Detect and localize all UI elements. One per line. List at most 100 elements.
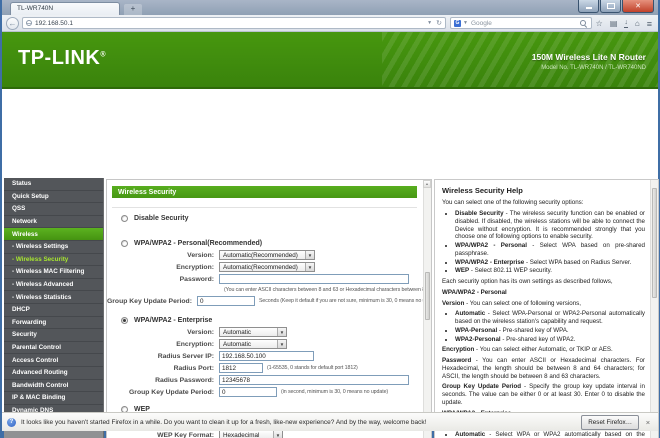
help-vertical-scrollbar[interactable] bbox=[650, 180, 658, 438]
wpa-personal-label: WPA/WPA2 - Personal(Recommended) bbox=[134, 240, 262, 247]
sidebar-item-wireless-security[interactable]: - Wireless Security bbox=[4, 254, 103, 267]
help-paragraph: Each security option has its own setting… bbox=[442, 278, 645, 286]
scroll-up-icon[interactable]: ▲ bbox=[423, 180, 431, 188]
help-list-item: WEP - Select 802.11 WEP security. bbox=[455, 267, 645, 275]
sidebar-item-forwarding[interactable]: Forwarding bbox=[4, 317, 103, 330]
sidebar-item-bandwidth-control[interactable]: Bandwidth Control bbox=[4, 380, 103, 393]
tp-link-logo: TP-LINK® bbox=[18, 47, 106, 70]
radius-port-input[interactable] bbox=[219, 363, 263, 373]
tab-tl-wr740n[interactable]: TL-WR740N bbox=[10, 2, 120, 15]
help-list-item: WPA2-Personal - Pre-shared key of WPA2. bbox=[455, 336, 645, 344]
url-dropdown-icon[interactable]: ▼ bbox=[427, 20, 432, 26]
help-list: Disable Security - The wireless security… bbox=[444, 210, 645, 275]
sidebar-item-ip-mac-binding[interactable]: IP & MAC Binding bbox=[4, 392, 103, 405]
page-title: Wireless Security bbox=[112, 186, 417, 198]
enterprise-version-label: Version: bbox=[107, 329, 219, 336]
sidebar-item-parental-control[interactable]: Parental Control bbox=[4, 342, 103, 355]
navigation-bar: ← 192.168.50.1 ▼ ↻ G ▼ Google ☆ ▤ ↓ ⌂ ≡ bbox=[2, 15, 658, 32]
sidebar-item-wireless[interactable]: Wireless bbox=[4, 228, 103, 241]
radius-password-row: Radius Password: bbox=[107, 374, 423, 386]
site-globe-icon bbox=[26, 20, 32, 26]
downloads-icon[interactable]: ↓ bbox=[624, 19, 628, 28]
enterprise-encryption-row: Encryption: Automatic▼ bbox=[107, 338, 423, 350]
chevron-down-icon: ▼ bbox=[273, 431, 282, 438]
sidebar-item-wireless-statistics[interactable]: - Wireless Statistics bbox=[4, 291, 103, 304]
sidebar-menu: Status Quick Setup QSS Network Wireless … bbox=[4, 178, 104, 438]
wpa-personal-radio[interactable] bbox=[121, 240, 128, 247]
help-scroll-thumb[interactable] bbox=[652, 188, 657, 298]
maximize-button[interactable] bbox=[600, 0, 621, 13]
enterprise-gkup-input[interactable] bbox=[219, 387, 277, 397]
sidebar-item-wireless-settings[interactable]: - Wireless Settings bbox=[4, 241, 103, 254]
help-subheading: WPA/WPA2 - Personal bbox=[442, 289, 645, 297]
search-engine-icon[interactable]: G bbox=[454, 20, 461, 27]
product-name: 150M Wireless Lite N Router bbox=[532, 52, 646, 62]
bookmarks-icon[interactable]: ▤ bbox=[610, 19, 618, 28]
personal-password-row: Password: bbox=[107, 273, 423, 285]
help-paragraph: Group Key Update Period - Specify the gr… bbox=[442, 383, 645, 406]
search-icon[interactable] bbox=[579, 19, 588, 28]
radius-ip-row: Radius Server IP: bbox=[107, 350, 423, 362]
sidebar-item-status[interactable]: Status bbox=[4, 178, 103, 191]
sidebar-item-wireless-advanced[interactable]: - Wireless Advanced bbox=[4, 279, 103, 292]
reload-icon[interactable]: ↻ bbox=[436, 19, 442, 27]
radius-port-row: Radius Port: (1-65535, 0 stands for defa… bbox=[107, 362, 423, 374]
url-bar[interactable]: 192.168.50.1 ▼ ↻ bbox=[22, 17, 446, 29]
sidebar-item-quick-setup[interactable]: Quick Setup bbox=[4, 191, 103, 204]
sidebar-item-dhcp[interactable]: DHCP bbox=[4, 304, 103, 317]
reset-firefox-button[interactable]: Reset Firefox… bbox=[581, 415, 639, 430]
chevron-down-icon: ▼ bbox=[277, 340, 286, 348]
help-list-item: WPA/WPA2 - Enterprise - Select WPA based… bbox=[455, 259, 645, 267]
sidebar-item-advanced-routing[interactable]: Advanced Routing bbox=[4, 367, 103, 380]
help-paragraph: Encryption - You can select either Autom… bbox=[442, 346, 645, 354]
notification-close-icon[interactable]: × bbox=[643, 418, 653, 427]
search-engine-dropdown-icon[interactable]: ▼ bbox=[463, 20, 468, 26]
minimize-button[interactable] bbox=[578, 0, 599, 13]
personal-gkup-row: Group Key Update Period: Seconds (Keep i… bbox=[107, 295, 423, 307]
search-input[interactable]: G ▼ Google bbox=[450, 17, 592, 29]
sidebar-item-qss[interactable]: QSS bbox=[4, 203, 103, 216]
enterprise-encryption-value: Automatic bbox=[223, 341, 251, 348]
close-button[interactable]: ✕ bbox=[622, 0, 654, 13]
radius-password-input[interactable] bbox=[219, 375, 409, 385]
sidebar-item-security[interactable]: Security bbox=[4, 329, 103, 342]
sidebar-item-network[interactable]: Network bbox=[4, 216, 103, 229]
enterprise-version-value: Automatic bbox=[223, 329, 251, 336]
back-button[interactable]: ← bbox=[6, 17, 19, 30]
wpa-enterprise-radio[interactable] bbox=[121, 317, 128, 324]
sidebar-item-wireless-mac-filtering[interactable]: - Wireless MAC Filtering bbox=[4, 266, 103, 279]
personal-version-value: Automatic(Recommended) bbox=[223, 252, 298, 259]
tab-strip: TL-WR740N + bbox=[2, 0, 658, 15]
bookmark-star-icon[interactable]: ☆ bbox=[596, 19, 603, 28]
personal-version-select[interactable]: Automatic(Recommended)▼ bbox=[219, 250, 315, 260]
minimize-icon bbox=[586, 7, 592, 9]
help-list: Automatic - Select WPA or WPA2 automatic… bbox=[444, 431, 645, 438]
disable-security-radio[interactable] bbox=[121, 215, 128, 222]
help-paragraph: You can select one of the following secu… bbox=[442, 199, 645, 207]
enterprise-gkup-row: Group Key Update Period: (in second, min… bbox=[107, 386, 423, 398]
info-icon: ? bbox=[7, 418, 16, 427]
personal-gkup-input[interactable] bbox=[197, 296, 255, 306]
personal-version-label: Version: bbox=[107, 252, 219, 259]
personal-gkup-note: Seconds (Keep it default if you are not … bbox=[259, 298, 432, 304]
enterprise-version-select[interactable]: Automatic▼ bbox=[219, 327, 287, 337]
wep-format-select[interactable]: Hexadecimal▼ bbox=[219, 430, 283, 438]
new-tab-button[interactable]: + bbox=[124, 4, 142, 15]
main-vertical-scrollbar[interactable]: ▲ ▼ bbox=[423, 180, 431, 438]
sidebar-item-access-control[interactable]: Access Control bbox=[4, 354, 103, 367]
enterprise-encryption-select[interactable]: Automatic ▼ bbox=[219, 339, 287, 349]
firefox-window: TL-WR740N + ✕ ← 192.168.50.1 ▼ ↻ G ▼ Goo… bbox=[0, 0, 660, 438]
vertical-scroll-thumb[interactable] bbox=[425, 272, 430, 320]
home-icon[interactable]: ⌂ bbox=[635, 19, 640, 28]
personal-encryption-select[interactable]: Automatic(Recommended)▼ bbox=[219, 262, 315, 272]
personal-password-note: (You can enter ASCII characters between … bbox=[224, 287, 432, 293]
option-disable-security: Disable Security bbox=[107, 212, 423, 224]
menu-icon[interactable]: ≡ bbox=[647, 19, 652, 29]
wpa-enterprise-label: WPA/WPA2 - Enterprise bbox=[134, 317, 212, 324]
radius-ip-input[interactable] bbox=[219, 351, 314, 361]
personal-password-input[interactable] bbox=[219, 274, 409, 284]
wireless-security-frame: Wireless Security Disable Security WPA/W… bbox=[106, 179, 432, 438]
radius-password-label: Radius Password: bbox=[107, 377, 219, 384]
radius-port-label: Radius Port: bbox=[107, 365, 219, 372]
radius-ip-label: Radius Server IP: bbox=[107, 353, 219, 360]
